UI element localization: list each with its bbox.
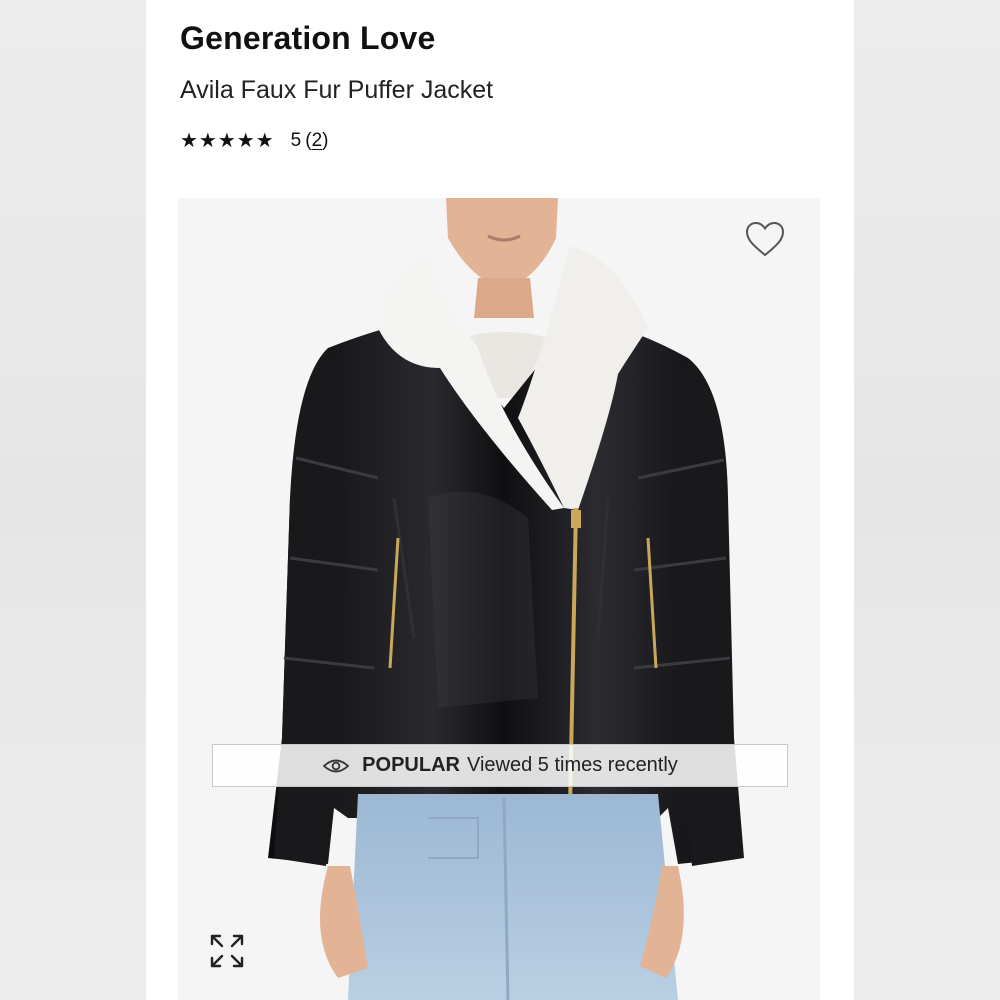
product-rating[interactable]: ★★★★★ 5 (2) (180, 128, 328, 153)
left-backdrop (0, 0, 146, 1000)
rating-stars-icon: ★★★★★ (180, 130, 275, 152)
product-image[interactable]: POPULAR Viewed 5 times recently (178, 198, 820, 1000)
popular-label: POPULAR (362, 754, 460, 776)
brand-name[interactable]: Generation Love (180, 20, 436, 57)
popular-badge: POPULAR Viewed 5 times recently (212, 744, 788, 787)
popular-text: Viewed 5 times recently (466, 754, 678, 776)
favorite-heart-icon[interactable] (744, 220, 786, 260)
rating-count-link[interactable]: (2) (305, 130, 328, 152)
expand-arrows-icon[interactable] (208, 932, 246, 970)
product-card: Generation Love Avila Faux Fur Puffer Ja… (146, 0, 854, 1000)
jacket-model-photo (178, 198, 820, 1000)
rating-value: 5 (290, 129, 302, 151)
eye-icon (322, 759, 350, 772)
product-title: Avila Faux Fur Puffer Jacket (180, 76, 494, 104)
right-backdrop (854, 0, 1000, 1000)
